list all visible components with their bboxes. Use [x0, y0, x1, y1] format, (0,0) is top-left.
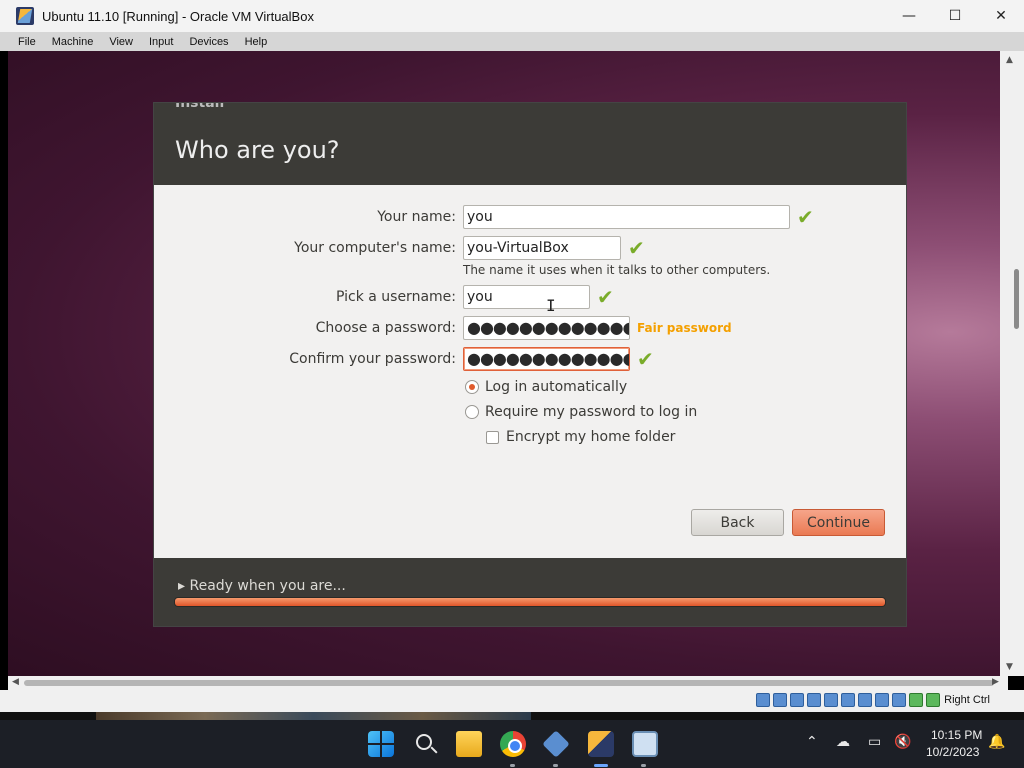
running-indicator: [641, 764, 646, 767]
active-indicator: [594, 764, 608, 767]
mouse-integration-icon[interactable]: [909, 693, 923, 707]
audio-icon[interactable]: [790, 693, 804, 707]
installer-header: Install Who are you?: [154, 103, 906, 185]
scroll-up-arrow-icon[interactable]: ▲: [1006, 55, 1013, 65]
your-name-label: Your name:: [377, 209, 456, 225]
confirm-password-field[interactable]: ●●●●●●●●●●●●●: [463, 347, 630, 371]
confirm-password-valid-icon: ✔: [637, 347, 654, 371]
require-password-radio[interactable]: Require my password to log in: [465, 404, 697, 420]
cloud-icon[interactable]: ☁: [836, 734, 850, 750]
ready-status-label: Ready when you are...: [189, 578, 346, 594]
window-titlebar: Ubuntu 11.10 [Running] - Oracle VM Virtu…: [0, 0, 1024, 32]
computer-name-valid-icon: ✔: [628, 236, 645, 260]
device-status-icons: [756, 693, 940, 707]
minimize-icon[interactable]: —: [886, 0, 932, 32]
auto-login-radio[interactable]: Log in automatically: [465, 379, 627, 395]
continue-button[interactable]: Continue: [792, 509, 885, 536]
display-icon[interactable]: [858, 693, 872, 707]
display-icon[interactable]: ▭: [868, 734, 881, 750]
display-border: [0, 51, 8, 711]
back-button[interactable]: Back: [691, 509, 784, 536]
notification-bell-icon[interactable]: 🔔: [988, 734, 1005, 750]
menu-file[interactable]: File: [10, 36, 44, 48]
install-progress-fill: [175, 598, 885, 606]
chevron-up-icon[interactable]: ⌃: [806, 734, 818, 750]
menu-input[interactable]: Input: [141, 36, 181, 48]
vm-window-icon[interactable]: [588, 731, 614, 757]
computer-name-label: Your computer's name:: [294, 240, 456, 256]
username-label: Pick a username:: [335, 289, 456, 305]
keyboard-capture-icon[interactable]: [926, 693, 940, 707]
menu-devices[interactable]: Devices: [181, 36, 236, 48]
vertical-scrollbar[interactable]: ▲ ▼: [1000, 51, 1024, 676]
host-key-label: Right Ctrl: [944, 694, 990, 706]
require-password-label: Require my password to log in: [485, 404, 698, 420]
radio-selected-icon: [465, 380, 479, 394]
ready-status[interactable]: ▸ Ready when you are...: [178, 578, 346, 594]
guest-display[interactable]: Install Who are you? Your name: you ✔ Yo…: [8, 51, 1000, 676]
username-valid-icon: ✔: [597, 285, 614, 309]
expander-triangle-icon: ▸: [178, 578, 186, 594]
checkbox-unchecked-icon: [486, 430, 499, 444]
computer-name-field[interactable]: you-VirtualBox: [463, 236, 621, 260]
volume-muted-icon[interactable]: 🔇: [894, 734, 911, 750]
window-controls: — ☐ ✕: [886, 0, 1024, 32]
username-field[interactable]: you: [463, 285, 590, 309]
install-progress-bar: [174, 597, 886, 607]
your-name-valid-icon: ✔: [797, 205, 814, 229]
wallpaper-fragment: [96, 712, 531, 720]
shared-folders-icon[interactable]: [841, 693, 855, 707]
windows-taskbar: ⌃ ☁ ▭ 🔇 10:15 PM 10/2/2023 🔔: [0, 720, 1024, 768]
menubar: File Machine View Input Devices Help: [0, 32, 1024, 51]
password-strength: Fair password: [637, 321, 732, 335]
optical-drive-icon[interactable]: [773, 693, 787, 707]
virtualization-icon[interactable]: [892, 693, 906, 707]
hard-disk-icon[interactable]: [756, 693, 770, 707]
installer-footer: ▸ Ready when you are...: [154, 558, 906, 626]
scroll-down-arrow-icon[interactable]: ▼: [1006, 662, 1013, 672]
clock-date[interactable]: 10/2/2023: [926, 745, 979, 759]
menu-help[interactable]: Help: [237, 36, 276, 48]
installer-breadcrumb: Install: [175, 103, 225, 111]
auto-login-label: Log in automatically: [485, 379, 628, 395]
confirm-password-label: Confirm your password:: [289, 351, 456, 367]
radio-unselected-icon: [465, 405, 479, 419]
password-field[interactable]: ●●●●●●●●●●●●●: [463, 316, 630, 340]
clock-time[interactable]: 10:15 PM: [931, 728, 982, 742]
your-name-field[interactable]: you: [463, 205, 790, 229]
maximize-icon[interactable]: ☐: [932, 0, 978, 32]
menu-machine[interactable]: Machine: [44, 36, 102, 48]
installer-window: Install Who are you? Your name: you ✔ Yo…: [153, 102, 907, 627]
running-indicator: [510, 764, 515, 767]
usb-icon[interactable]: [824, 693, 838, 707]
search-icon[interactable]: [413, 731, 439, 757]
vertical-scroll-thumb[interactable]: [1014, 269, 1019, 329]
virtualbox-icon[interactable]: [542, 730, 570, 758]
password-label: Choose a password:: [315, 320, 456, 336]
window-title: Ubuntu 11.10 [Running] - Oracle VM Virtu…: [42, 8, 314, 24]
horizontal-scroll-thumb[interactable]: [24, 680, 994, 686]
vm-statusbar: Right Ctrl: [0, 690, 1024, 712]
scroll-left-arrow-icon[interactable]: ◀: [12, 677, 19, 687]
close-icon[interactable]: ✕: [978, 0, 1024, 32]
running-indicator: [553, 764, 558, 767]
page-title: Who are you?: [175, 136, 340, 164]
encrypt-home-label: Encrypt my home folder: [506, 429, 676, 445]
virtualbox-app-icon: [16, 7, 34, 25]
encrypt-home-checkbox[interactable]: Encrypt my home folder: [486, 429, 675, 445]
video-capture-icon[interactable]: [875, 693, 889, 707]
menu-view[interactable]: View: [101, 36, 141, 48]
desktop-wallpaper-strip: [0, 712, 1024, 720]
monitor-icon[interactable]: [632, 731, 658, 757]
computer-name-hint: The name it uses when it talks to other …: [463, 263, 771, 277]
file-explorer-icon[interactable]: [456, 731, 482, 757]
network-icon[interactable]: [807, 693, 821, 707]
scroll-right-arrow-icon[interactable]: ▶: [992, 677, 999, 687]
start-icon[interactable]: [368, 731, 394, 757]
text-cursor-icon: I: [546, 296, 556, 315]
horizontal-scrollbar[interactable]: ◀ ▶: [8, 676, 1008, 690]
chrome-icon[interactable]: [500, 731, 526, 757]
